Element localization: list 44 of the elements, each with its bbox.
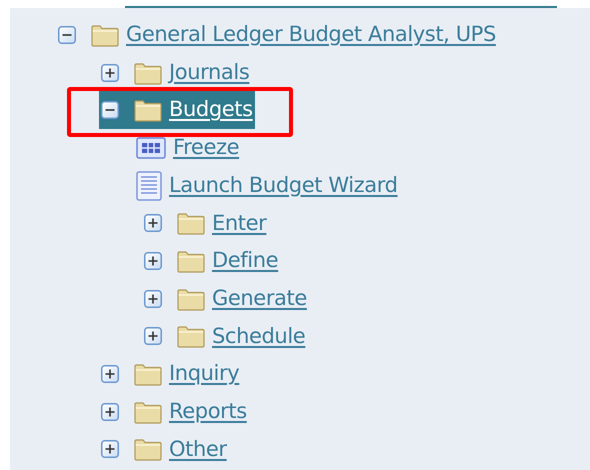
- folder-icon: [134, 400, 162, 424]
- tree-link[interactable]: Inquiry: [169, 358, 240, 390]
- expand-icon[interactable]: [144, 214, 162, 232]
- folder-icon: [177, 286, 205, 311]
- form-icon: [136, 136, 166, 159]
- tree-link[interactable]: Freeze: [173, 132, 240, 164]
- folder-icon: [134, 437, 162, 462]
- tree-link[interactable]: Define: [212, 245, 278, 277]
- tree-item[interactable]: Reports: [99, 396, 249, 428]
- tree-item[interactable]: Budgets: [99, 91, 255, 129]
- tree-item[interactable]: Inquiry: [99, 358, 242, 390]
- expand-icon[interactable]: [101, 440, 119, 458]
- tree-link[interactable]: Journals: [169, 56, 250, 88]
- expand-icon[interactable]: [101, 64, 119, 82]
- tree-item[interactable]: Schedule: [142, 320, 308, 352]
- folder-icon: [177, 324, 205, 348]
- tree-item[interactable]: Define: [142, 245, 280, 277]
- tree-item[interactable]: Journals: [99, 56, 252, 88]
- expand-icon[interactable]: [144, 290, 162, 308]
- expand-icon[interactable]: [144, 327, 162, 346]
- expand-icon[interactable]: [101, 402, 119, 421]
- folder-icon: [134, 98, 162, 122]
- collapse-icon[interactable]: [101, 101, 119, 120]
- tree-item[interactable]: Enter: [142, 208, 268, 240]
- tree-link[interactable]: Reports: [169, 396, 247, 428]
- tree-item[interactable]: Generate: [142, 282, 309, 314]
- tree-link[interactable]: General Ledger Budget Analyst, UPS: [126, 19, 496, 51]
- tree-item[interactable]: Freeze: [134, 132, 242, 164]
- tree-link[interactable]: Generate: [212, 282, 307, 314]
- folder-icon: [134, 60, 162, 85]
- folder-icon: [177, 211, 205, 236]
- expand-icon[interactable]: [144, 252, 162, 270]
- folder-icon: [177, 248, 205, 273]
- folder-icon: [91, 22, 119, 47]
- tree-link[interactable]: Schedule: [212, 320, 306, 352]
- tree-link[interactable]: Budgets: [169, 94, 253, 126]
- tree-item[interactable]: General Ledger Budget Analyst, UPS: [56, 19, 498, 51]
- expand-icon[interactable]: [101, 365, 119, 384]
- document-icon: [136, 170, 162, 201]
- tree-link[interactable]: Enter: [212, 208, 266, 240]
- folder-icon: [134, 362, 162, 386]
- tree-item[interactable]: Other: [99, 434, 229, 466]
- collapse-icon[interactable]: [58, 26, 76, 44]
- tree-link[interactable]: Other: [169, 434, 227, 466]
